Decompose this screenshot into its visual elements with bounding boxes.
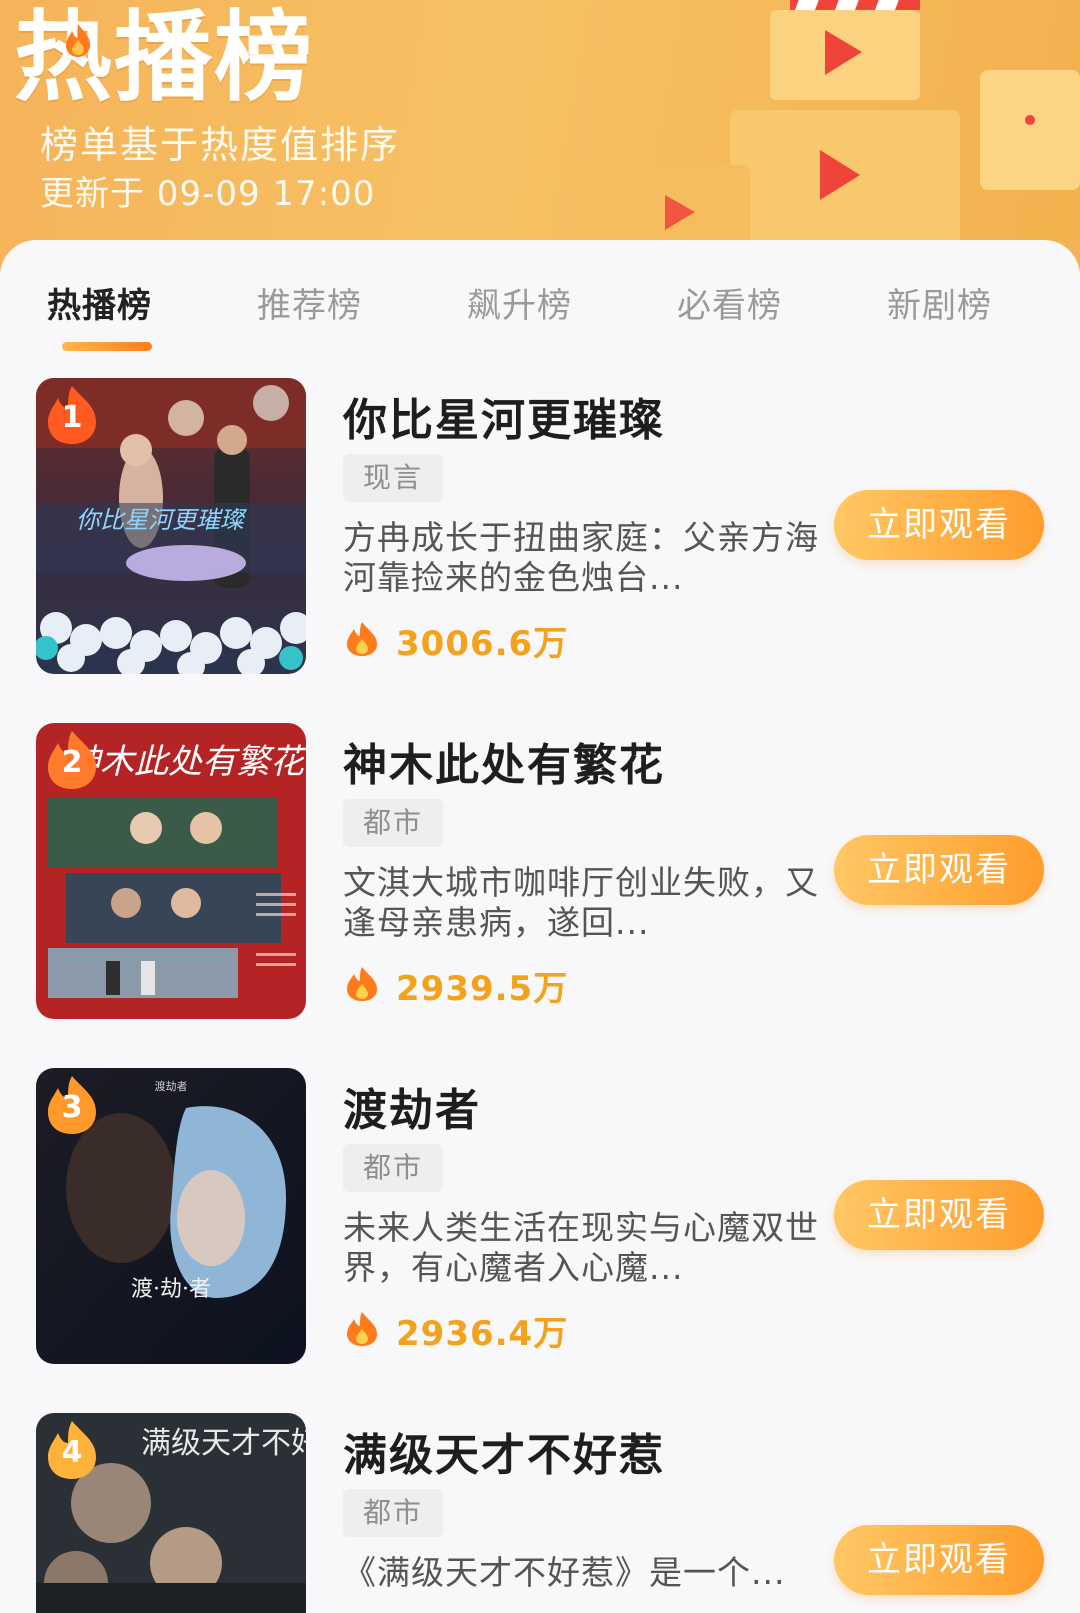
flame-icon: [347, 622, 377, 656]
list-item[interactable]: 神木此处有繁花 2 神木此处有繁花 都市 文淇大城市咖啡厅创业失败，又逢母亲患病…: [0, 723, 1080, 1023]
drama-title[interactable]: 神木此处有繁花: [343, 729, 665, 793]
tab-must-watch[interactable]: 必看榜: [677, 278, 782, 327]
list-item[interactable]: 渡劫者 渡·劫·者 3 渡劫者 都市 未来人类生活在现实与心魔双世界，有心魔者入…: [0, 1068, 1080, 1368]
genre-tag: 都市: [343, 1489, 444, 1537]
watch-now-button[interactable]: 立即观看: [834, 490, 1044, 560]
poster-title-text: 你比星河更璀璨: [76, 507, 247, 534]
flame-icon: [347, 967, 377, 1001]
poster-title-text: 渡·劫·者: [131, 1277, 211, 1302]
flame-icon: [347, 1312, 377, 1346]
heat-value: 3006.6万: [396, 624, 569, 664]
drama-description: 《满级天才不好惹》是一个...: [343, 1553, 786, 1592]
flame-icon: [66, 24, 90, 57]
tab-rising[interactable]: 飙升榜: [467, 278, 572, 327]
genre-tag: 都市: [343, 799, 444, 847]
genre-tag: 都市: [343, 1144, 444, 1192]
poster-title-text: 满级天才不好惹: [141, 1426, 306, 1461]
ranking-subtitle: 榜单基于热度值排序: [40, 123, 401, 167]
genre-tag: 现言: [343, 454, 444, 502]
ranking-tabs: 热播榜 推荐榜 飙升榜 必看榜 新剧榜: [0, 270, 1080, 360]
tab-new[interactable]: 新剧榜: [887, 278, 992, 327]
watch-now-button[interactable]: 立即观看: [834, 1525, 1044, 1595]
update-time: 更新于 09-09 17:00: [40, 174, 376, 214]
tab-hot[interactable]: 热播榜: [47, 278, 152, 327]
drama-title[interactable]: 你比星河更璀璨: [343, 384, 665, 448]
drama-title[interactable]: 渡劫者: [343, 1074, 481, 1138]
heat-value: 2939.5万: [396, 969, 569, 1009]
heat-value: 2936.4万: [396, 1314, 569, 1354]
drama-description: 未来人类生活在现实与心魔双世界，有心魔者入心魔...: [343, 1208, 819, 1287]
drama-title[interactable]: 满级天才不好惹: [343, 1419, 665, 1483]
list-item[interactable]: 满级天才不好惹 4 满级天才不好惹 都市 《满级天才不好惹》是一个... 立即观…: [0, 1413, 1080, 1613]
tab-active-indicator: [62, 342, 152, 351]
rank-number: 1: [61, 400, 83, 435]
watch-now-button[interactable]: 立即观看: [834, 1180, 1044, 1250]
svg-text:渡劫者: 渡劫者: [155, 1079, 188, 1093]
drama-description: 文淇大城市咖啡厅创业失败，又逢母亲患病，遂回...: [343, 863, 819, 942]
list-item[interactable]: 你比星河更璀璨 1 你比星河更璀璨 现言 方冉成长于扭曲家庭：父亲方海河靠捡来的…: [0, 378, 1080, 678]
poster-title-text: 神木此处有繁花: [66, 742, 306, 782]
page-title: 热播榜: [14, 1, 315, 115]
drama-description: 方冉成长于扭曲家庭：父亲方海河靠捡来的金色烛台...: [343, 518, 819, 597]
tab-recommend[interactable]: 推荐榜: [257, 278, 362, 327]
rank-number: 4: [61, 1435, 83, 1470]
watch-now-button[interactable]: 立即观看: [834, 835, 1044, 905]
rank-number: 2: [61, 745, 83, 780]
rank-number: 3: [61, 1090, 83, 1125]
